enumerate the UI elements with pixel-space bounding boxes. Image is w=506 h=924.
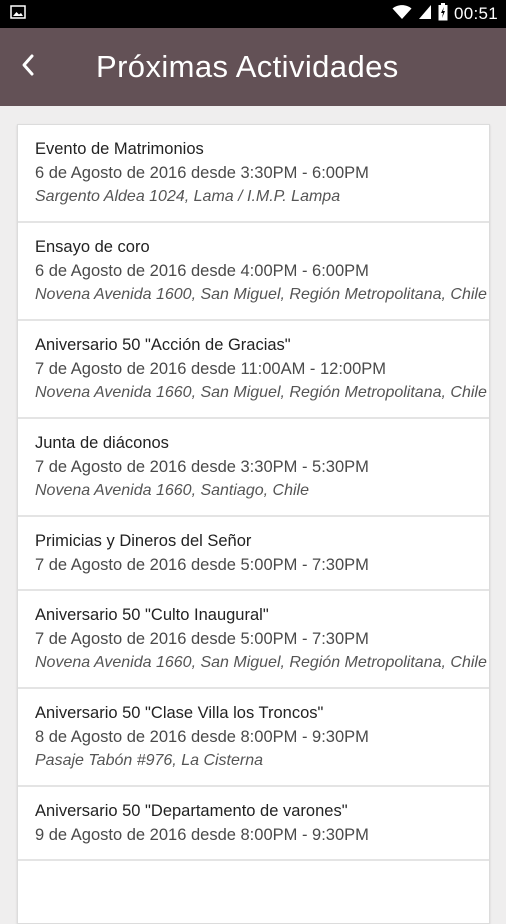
activity-place: Novena Avenida 1660, Santiago, Chile — [35, 482, 309, 499]
activity-title: Aniversario 50 "Culto Inaugural" — [35, 606, 269, 624]
wifi-icon — [392, 4, 412, 25]
activity-item[interactable]: Aniversario 50 "Acción de Gracias" 7 de … — [18, 321, 489, 419]
activity-place: Novena Avenida 1660, San Miguel, Región … — [35, 654, 487, 671]
activity-item[interactable]: Ensayo de coro 6 de Agosto de 2016 desde… — [18, 223, 489, 321]
activity-time: 7 de Agosto de 2016 desde 5:00PM - 7:30P… — [35, 630, 369, 648]
activity-item[interactable]: Evento de Matrimonios 6 de Agosto de 201… — [18, 125, 489, 223]
activity-title: Junta de diáconos — [35, 434, 169, 452]
activity-title: Aniversario 50 "Clase Villa los Troncos" — [35, 704, 324, 722]
activity-place: Pasaje Tabón #976, La Cisterna — [35, 752, 264, 769]
activity-item[interactable]: Aniversario 50 "Culto Inaugural" 7 de Ag… — [18, 591, 489, 689]
signal-icon — [418, 4, 432, 25]
status-time: 00:51 — [453, 4, 498, 23]
activity-title: Aniversario 50 "Departamento de varones" — [35, 802, 348, 820]
activity-item[interactable]: Junta de diáconos 7 de Agosto de 2016 de… — [18, 419, 489, 517]
activity-title: Evento de Matrimonios — [35, 140, 204, 158]
status-bar: 00:51 — [0, 0, 506, 28]
activity-time: 9 de Agosto de 2016 desde 8:00PM - 9:30P… — [35, 826, 369, 844]
activity-time: 6 de Agosto de 2016 desde 3:30PM - 6:00P… — [35, 164, 369, 182]
activity-time: 7 de Agosto de 2016 desde 11:00AM - 12:0… — [35, 360, 387, 378]
activities-list: Evento de Matrimonios 6 de Agosto de 201… — [17, 124, 490, 924]
activity-item[interactable]: Aniversario 50 "Clase Villa los Troncos"… — [18, 689, 489, 787]
activity-time: 7 de Agosto de 2016 desde 3:30PM - 5:30P… — [35, 458, 369, 476]
activity-item[interactable]: Primicias y Dineros del Señor 7 de Agost… — [18, 517, 489, 591]
activity-title: Ensayo de coro — [35, 238, 150, 256]
activity-place: Sargento Aldea 1024, Lama / I.M.P. Lampa — [35, 188, 341, 205]
activity-time: 6 de Agosto de 2016 desde 4:00PM - 6:00P… — [35, 262, 369, 280]
app-bar: Próximas Actividades — [0, 28, 506, 106]
activity-time: 7 de Agosto de 2016 desde 5:00PM - 7:30P… — [35, 556, 369, 574]
chevron-left-icon — [20, 53, 36, 82]
activity-title: Primicias y Dineros del Señor — [35, 532, 252, 550]
activity-item[interactable]: Aniversario 50 "Departamento de varones"… — [18, 787, 489, 861]
activity-time: 8 de Agosto de 2016 desde 8:00PM - 9:30P… — [35, 728, 369, 746]
page-title: Próximas Actividades — [96, 49, 399, 84]
image-icon — [10, 4, 26, 24]
activity-place: Novena Avenida 1600, San Miguel, Región … — [35, 286, 487, 303]
back-button[interactable] — [0, 28, 56, 106]
activity-title: Aniversario 50 "Acción de Gracias" — [35, 336, 291, 354]
activity-place: Novena Avenida 1660, San Miguel, Región … — [35, 384, 487, 401]
battery-icon — [438, 2, 448, 26]
